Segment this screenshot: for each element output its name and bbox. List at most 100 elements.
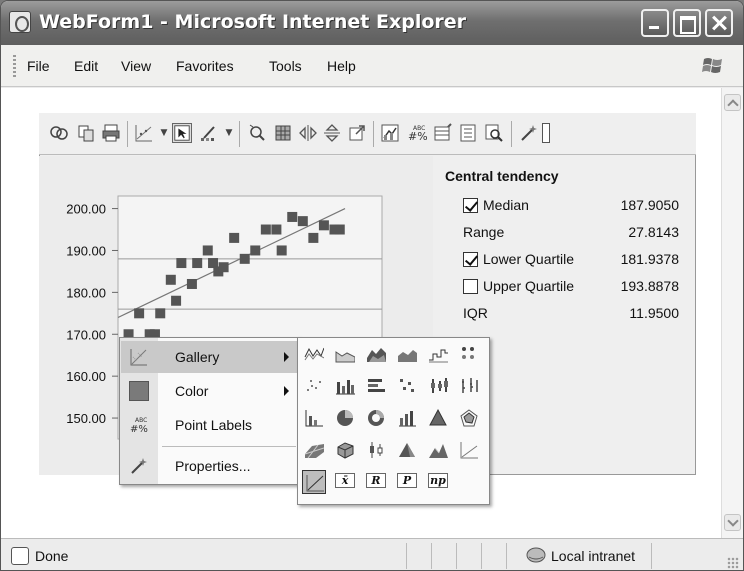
pyramid-icon[interactable] [426, 406, 450, 430]
color-brush-icon[interactable] [199, 123, 219, 143]
menu-item-label: Properties... [175, 458, 251, 474]
menu-item-point-labels[interactable]: ABC #% Point Labels [121, 409, 297, 441]
stat-row-median[interactable]: Median 187.9050 [463, 196, 693, 218]
toolbar-separator [127, 121, 128, 147]
submenu-arrow-icon [284, 352, 289, 362]
menu-view[interactable]: View [121, 58, 151, 74]
toolbar-separator [511, 121, 512, 147]
menu-item-properties[interactable]: Properties... [121, 450, 297, 482]
np-chart-label: np [428, 473, 448, 488]
chart-toolbar: ▼ ▼ ABC #% [39, 113, 696, 155]
pie-chart-icon[interactable] [333, 406, 357, 430]
pyramid-3d-icon[interactable] [395, 438, 419, 462]
lower-quartile-checkbox[interactable] [463, 252, 478, 267]
data-point [171, 295, 182, 306]
menu-item-gallery[interactable]: Gallery [121, 341, 297, 373]
vertical-scrollbar[interactable] [721, 88, 743, 538]
surface-icon[interactable] [302, 438, 326, 462]
minimize-button[interactable] [641, 9, 669, 37]
menu-help[interactable]: Help [327, 58, 356, 74]
scatter-dots-icon[interactable] [457, 342, 481, 366]
r-chart-icon[interactable]: R [364, 470, 388, 494]
scroll-down-arrow-icon[interactable] [724, 514, 741, 531]
chart-type-dropdown-icon[interactable]: ▼ [154, 123, 174, 143]
scatter-trend-icon[interactable] [302, 470, 326, 494]
hilow-close-icon[interactable] [457, 374, 481, 398]
menu-favorites[interactable]: Favorites [176, 58, 234, 74]
maximize-button[interactable] [673, 9, 701, 37]
bar-axis-icon[interactable] [302, 406, 326, 430]
stat-row-upper-quartile[interactable]: Upper Quartile 193.8878 [463, 277, 693, 299]
move-horizontal-icon[interactable] [298, 123, 318, 143]
menu-edit[interactable]: Edit [74, 58, 98, 74]
status-divider [456, 543, 457, 569]
stat-row-iqr: IQR 11.9500 [463, 304, 693, 326]
scroll-up-arrow-icon[interactable] [724, 94, 741, 111]
median-checkbox[interactable] [463, 198, 478, 213]
zoom-icon[interactable] [247, 123, 267, 143]
toolbar-overflow-icon[interactable] [542, 123, 550, 143]
svg-text:#%: #% [408, 130, 427, 143]
properties-icon[interactable] [519, 123, 539, 143]
scatter-grid-icon[interactable] [395, 374, 419, 398]
stat-value: 11.9500 [629, 305, 679, 321]
menu-grip[interactable] [13, 55, 16, 77]
context-menu: Gallery Color ABC #% Point Labels Propert… [119, 337, 299, 485]
menu-file[interactable]: File [27, 58, 50, 74]
hilow-icon[interactable] [426, 374, 450, 398]
data-point [334, 224, 345, 235]
print-icon[interactable] [101, 123, 121, 143]
stats-title: Central tendency [445, 168, 559, 184]
chart-type-icon[interactable] [134, 123, 154, 143]
data-point [218, 262, 229, 273]
candlestick-icon[interactable] [364, 438, 388, 462]
data-grid-icon[interactable] [273, 123, 293, 143]
color-dropdown-icon[interactable]: ▼ [219, 123, 239, 143]
scatter-sparse-icon[interactable] [302, 374, 326, 398]
status-bar: Done Local intranet [1, 538, 743, 570]
svg-text:ABC: ABC [135, 417, 147, 424]
cube-icon[interactable] [333, 438, 357, 462]
data-point [176, 258, 187, 269]
area-chart-icon[interactable] [395, 342, 419, 366]
stat-value: 181.9378 [620, 251, 679, 267]
bar-3d-icon[interactable] [395, 406, 419, 430]
doughnut-chart-icon[interactable] [364, 406, 388, 430]
np-chart-icon[interactable]: np [426, 470, 450, 494]
gallery-icon[interactable] [380, 123, 400, 143]
point-labels-icon[interactable]: ABC#% [407, 123, 427, 143]
stats-panel: Central tendency Median 187.9050 Range 2… [435, 156, 696, 336]
stat-value: 27.8143 [628, 224, 679, 240]
p-chart-icon[interactable]: P [395, 470, 419, 494]
bar-chart-icon[interactable] [333, 374, 357, 398]
title-bar[interactable]: WebForm1 - Microsoft Internet Explorer [1, 1, 743, 45]
menu-item-color[interactable]: Color [121, 375, 297, 407]
data-editor-icon[interactable] [433, 123, 453, 143]
export-icon[interactable] [347, 123, 367, 143]
data-point [297, 216, 308, 227]
area-3d-icon[interactable] [364, 342, 388, 366]
radar-chart-icon[interactable] [457, 406, 481, 430]
point-labels-icon: ABC#% [130, 417, 148, 435]
mountain-icon[interactable] [426, 438, 450, 462]
upper-quartile-checkbox[interactable] [463, 279, 478, 294]
page-done-icon [11, 547, 29, 565]
copy-data-icon[interactable] [49, 123, 69, 143]
horizontal-bar-icon[interactable] [364, 374, 388, 398]
stat-label: Upper Quartile [483, 278, 575, 294]
xbar-chart-label: x̄ [335, 473, 355, 488]
menu-tools[interactable]: Tools [269, 58, 302, 74]
trend-line-icon[interactable] [457, 438, 481, 462]
move-vertical-icon[interactable] [322, 123, 342, 143]
legend-icon[interactable] [458, 123, 478, 143]
resize-grip-icon[interactable] [727, 557, 739, 569]
xbar-chart-icon[interactable]: x̄ [333, 470, 357, 494]
step-chart-icon[interactable] [426, 342, 450, 366]
properties-zoom-icon[interactable] [484, 123, 504, 143]
line-chart-icon[interactable] [302, 342, 326, 366]
stat-row-lower-quartile[interactable]: Lower Quartile 181.9378 [463, 250, 693, 272]
area-line-icon[interactable] [333, 342, 357, 366]
copy-icon[interactable] [76, 123, 96, 143]
pointer-icon[interactable] [172, 123, 192, 143]
close-button[interactable] [705, 9, 733, 37]
